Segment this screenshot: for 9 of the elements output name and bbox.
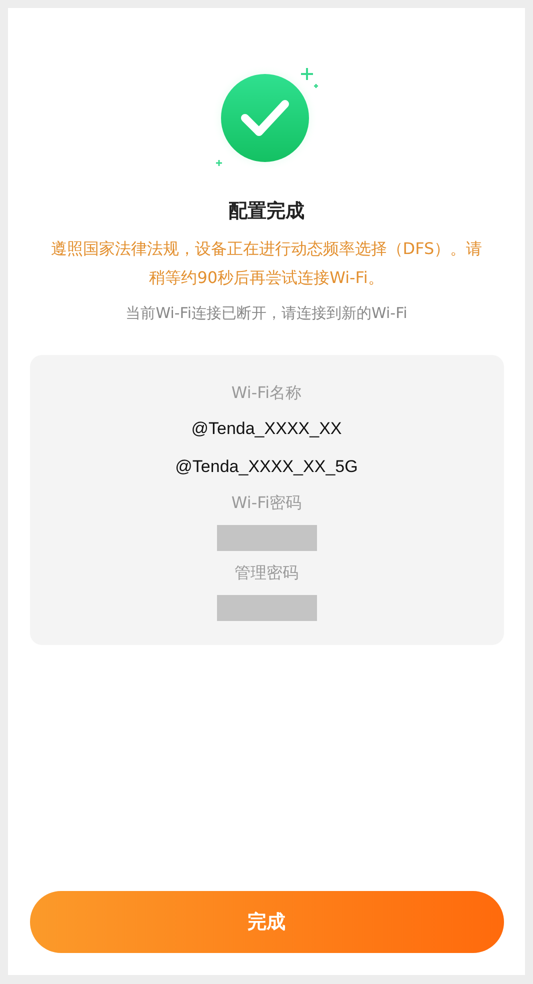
- done-button[interactable]: 完成: [30, 891, 504, 953]
- reconnect-hint: 当前Wi-Fi连接已断开，请连接到新的Wi-Fi: [126, 304, 408, 323]
- wifi-name: @Tenda_XXXX_XX_5G: [175, 456, 358, 478]
- field-label: 管理密码: [234, 562, 298, 584]
- page-title: 配置完成: [228, 199, 304, 224]
- field-label: Wi-Fi密码: [231, 492, 302, 514]
- wifi-name: @Tenda_XXXX_XX: [191, 418, 342, 440]
- dfs-notice: 遵照国家法律法规，设备正在进行动态频率选择（DFS）。请稍等约90秒后再尝试连接Wi-Fi。: [50, 238, 484, 289]
- field-label: Wi-Fi名称: [231, 382, 302, 404]
